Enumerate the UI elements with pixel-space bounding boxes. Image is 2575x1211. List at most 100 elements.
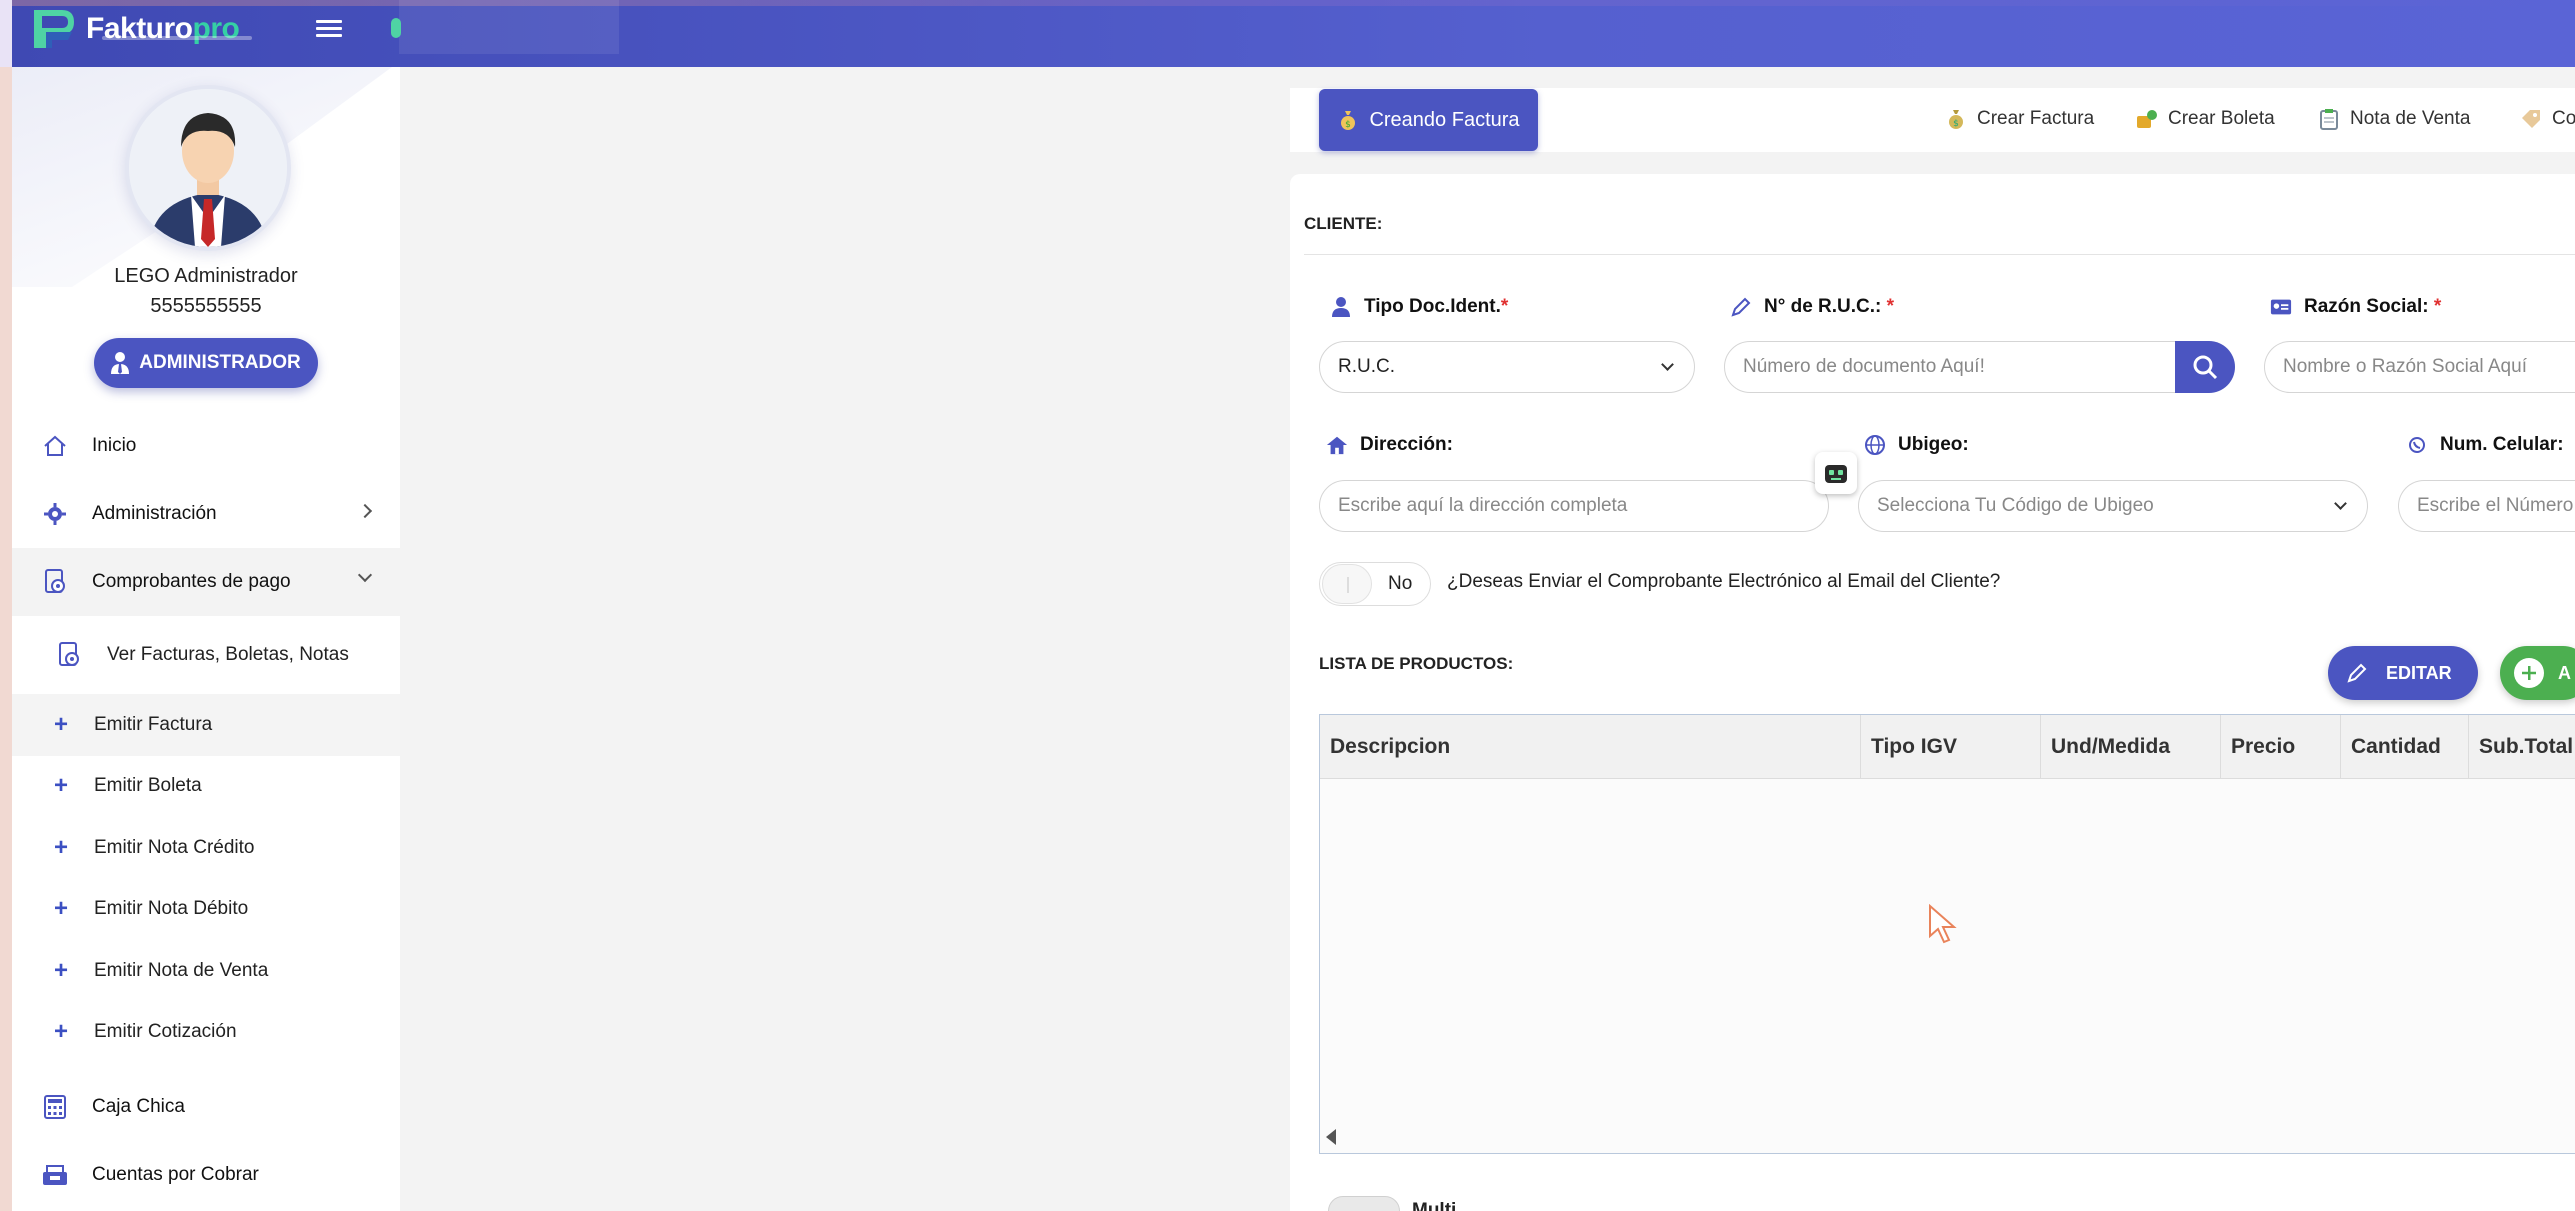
clipboard-icon [2320,109,2338,130]
coins-icon [2137,110,2157,128]
toggle-value: No [1388,573,1413,594]
svg-text:$: $ [1346,120,1352,130]
ubigeo-select[interactable]: Selecciona Tu Código de Ubigeo [1858,480,2368,532]
sidebar-item-inicio[interactable]: Inicio [12,412,400,480]
doc-type-label-text: Tipo Doc.Ident. [1364,296,1501,317]
submenu-item-emitir-nota-credito[interactable]: + Emitir Nota Crédito [12,817,400,879]
chevron-down-icon [357,567,373,583]
logo-tagline [102,36,252,40]
submenu-label: Emitir Nota Débito [94,898,249,920]
multi-toggle[interactable] [1328,1196,1400,1211]
sidebar-item-label: Comprobantes de pago [92,571,291,592]
column-header-descripcion[interactable]: Descripcion [1320,715,1861,779]
column-header-cantidad[interactable]: Cantidad [2341,715,2469,779]
top-tab[interactable] [391,0,619,54]
submenu-item-emitir-cotizacion[interactable]: + Emitir Cotización [12,1002,400,1064]
add-product-button[interactable]: A [2500,646,2575,700]
celular-label: Num. Celular: [2406,434,2564,456]
top-navbar: Fakturopro [0,0,2575,67]
required-mark: * [2433,296,2442,317]
required-mark: * [1886,296,1895,317]
globe-icon [1864,434,1886,456]
plus-icon: + [54,833,69,861]
document-eye-icon [57,642,83,668]
doc-type-select[interactable]: R.U.C. [1319,341,1695,393]
required-mark: * [1500,296,1509,317]
submenu-item-emitir-factura[interactable]: + Emitir Factura [12,694,400,756]
chevron-right-icon [357,503,373,519]
link-label: Crear Factura [1977,108,2095,129]
edit-products-button[interactable]: EDITAR [2328,646,2478,700]
table-header: Descripcion Tipo IGV Und/Medida Precio C… [1320,715,2575,779]
plus-icon: + [54,772,69,800]
role-label: ADMINISTRADOR [139,352,301,373]
submenu-label: Emitir Boleta [94,775,202,797]
creating-invoice-button[interactable]: $ Creando Factura [1319,89,1538,151]
sidebar-item-caja-chica[interactable]: Caja Chica [12,1073,400,1141]
sidebar-item-label: Cuentas por Cobrar [92,1164,259,1185]
chevron-down-icon [2334,497,2347,510]
razon-label-text: Razón Social: [2304,296,2429,317]
submenu-item-ver-facturas[interactable]: Ver Facturas, Boletas, Notas [12,616,400,694]
cotizacion-link[interactable]: Co [2520,108,2575,130]
navbar-glow [12,0,2575,6]
pencil-icon [1730,296,1752,318]
multi-label: Multi [1412,1200,1457,1211]
razon-social-input[interactable]: Nombre o Razón Social Aquí [2264,341,2575,393]
doc-type-value: R.U.C. [1338,356,1395,377]
submenu-item-emitir-boleta[interactable]: + Emitir Boleta [12,756,400,818]
doc-type-label: Tipo Doc.Ident.* [1330,296,1508,318]
celular-input[interactable]: Escribe el Número [2398,480,2575,532]
sidebar-item-administracion[interactable]: Administración [12,480,400,548]
sidebar-item-label: Administración [92,503,217,524]
plus-icon: + [54,1018,69,1046]
column-header-unidad[interactable]: Und/Medida [2041,715,2221,779]
whatsapp-icon [2406,434,2428,456]
submenu-item-emitir-nota-debito[interactable]: + Emitir Nota Débito [12,879,400,941]
sidebar-item-cuentas-cobrar[interactable]: Cuentas por Cobrar [12,1141,400,1209]
app-logo[interactable]: Fakturopro [28,6,240,52]
section-divider [1304,254,2575,255]
razon-placeholder: Nombre o Razón Social Aquí [2283,356,2527,377]
scroll-left-arrow-icon[interactable] [1326,1129,1336,1145]
logo-mark-icon [34,10,74,48]
sidebar-item-comprobantes[interactable]: Comprobantes de pago [12,548,400,616]
user-icon [1330,296,1352,318]
submenu-label: Emitir Factura [94,713,213,735]
client-section-title: CLIENTE: [1304,214,1383,233]
ubigeo-label: Ubigeo: [1864,434,1969,456]
ruc-input[interactable]: Número de documento Aquí! [1724,341,2176,393]
direccion-label: Dirección: [1326,434,1453,456]
submenu-label: Emitir Nota Crédito [94,836,255,858]
celular-label-text: Num. Celular: [2440,434,2564,455]
calculator-icon [42,1094,68,1120]
assistant-bot-button[interactable] [1815,452,1857,494]
chevron-down-icon [1661,358,1674,371]
avatar[interactable] [125,85,291,251]
edit-label: EDITAR [2386,662,2452,683]
search-icon [2193,355,2218,380]
direccion-label-text: Dirección: [1360,434,1453,455]
column-header-subtotal[interactable]: Sub.Total [2469,715,2575,779]
submenu-label: Ver Facturas, Boletas, Notas [107,644,349,665]
user-avatar-icon [129,89,287,247]
page-header: $ Creando Factura $ Crear Factura Crear … [1290,88,2575,152]
crear-boleta-link[interactable]: Crear Boleta [2136,108,2275,130]
submenu-item-emitir-nota-venta[interactable]: + Emitir Nota de Venta [12,940,400,1002]
nota-venta-link[interactable]: Nota de Venta [2318,108,2470,130]
money-bag-icon: $ [1949,110,1963,129]
role-button[interactable]: ADMINISTRADOR [94,338,318,388]
plus-icon: + [54,956,69,984]
menu-toggle-icon[interactable] [316,20,342,42]
mouse-cursor-icon [1929,904,1957,944]
column-header-precio[interactable]: Precio [2221,715,2341,779]
receipt-icon [42,569,68,595]
column-header-tipo-igv[interactable]: Tipo IGV [1861,715,2041,779]
home-icon [42,433,68,459]
add-label: A [2558,662,2571,683]
ruc-search-button[interactable] [2175,341,2235,393]
crear-factura-link[interactable]: $ Crear Factura [1945,108,2094,130]
direccion-input[interactable]: Escribe aquí la dirección completa [1319,480,1829,532]
email-send-question: ¿Deseas Enviar el Comprobante Electrónic… [1447,571,2001,592]
email-send-toggle[interactable]: No [1319,562,1431,606]
